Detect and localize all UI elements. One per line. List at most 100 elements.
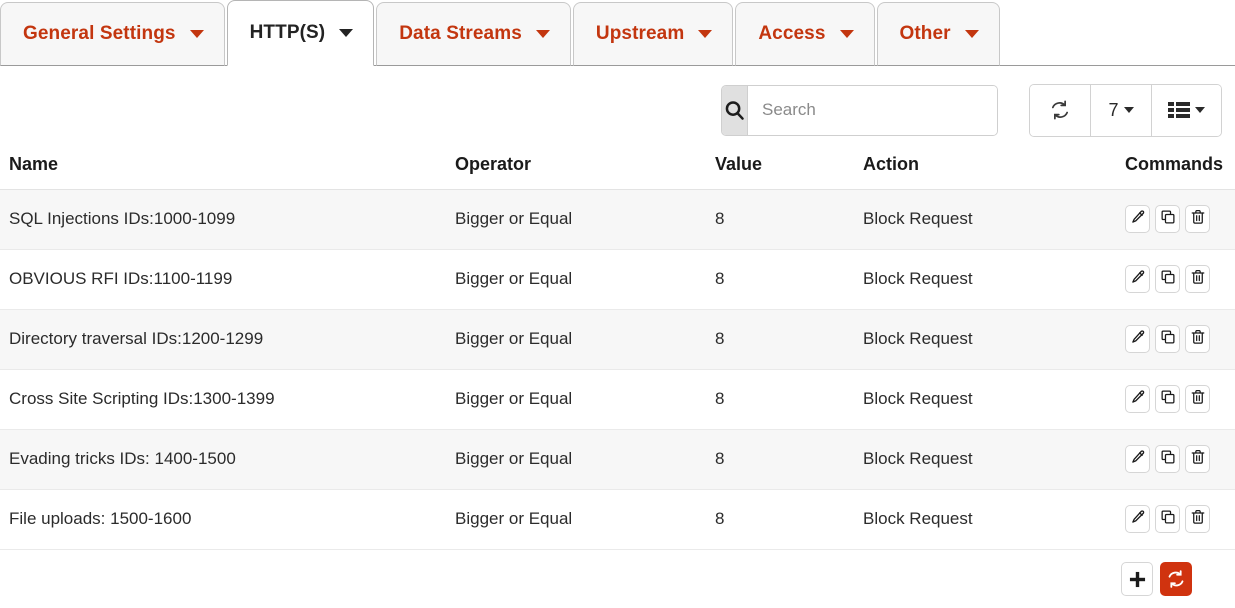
delete-icon: [1190, 509, 1206, 530]
copy-row-button[interactable]: [1155, 265, 1180, 293]
chevron-down-icon: [839, 30, 854, 38]
copy-row-button[interactable]: [1155, 325, 1180, 353]
copy-icon: [1160, 509, 1176, 530]
cell-operator: Bigger or Equal: [455, 429, 715, 490]
chevron-down-icon: [1123, 107, 1134, 113]
table-body: SQL Injections IDs:1000-1099 Bigger or Eq…: [0, 189, 1235, 550]
table-toolbar: 7: [0, 66, 1235, 154]
copy-row-button[interactable]: [1155, 445, 1180, 473]
tab-label: Upstream: [595, 23, 685, 44]
delete-row-button[interactable]: [1185, 205, 1210, 233]
row-command-buttons: [1125, 385, 1235, 413]
cell-commands: [1125, 489, 1235, 550]
delete-row-button[interactable]: [1185, 325, 1210, 353]
delete-icon: [1190, 449, 1206, 470]
tab-label: Access: [758, 23, 826, 44]
column-header-value[interactable]: Value: [715, 154, 863, 190]
row-command-buttons: [1125, 505, 1235, 533]
columns-dropdown[interactable]: [1152, 84, 1221, 136]
table-row[interactable]: Directory traversal IDs:1200-1299 Bigger …: [0, 309, 1235, 370]
tab-other[interactable]: Other: [876, 2, 1000, 66]
copy-icon: [1160, 389, 1176, 410]
tab-label: HTTP(S): [249, 22, 326, 43]
edit-row-button[interactable]: [1125, 385, 1150, 413]
cell-commands: [1125, 309, 1235, 370]
cell-value: 8: [715, 309, 863, 370]
cell-name: OBVIOUS RFI IDs:1100-1199: [0, 249, 455, 310]
cell-value: 8: [715, 249, 863, 310]
tab-label: Other: [899, 23, 951, 44]
sync-icon: [1168, 570, 1184, 588]
table-row[interactable]: File uploads: 1500-1600 Bigger or Equal 8 B…: [0, 489, 1235, 550]
refresh-icon: [1051, 100, 1069, 120]
plus-icon: [1129, 571, 1145, 587]
delete-icon: [1190, 269, 1206, 290]
search-button[interactable]: [722, 85, 748, 135]
column-header-operator[interactable]: Operator: [455, 154, 715, 190]
column-header-commands: Commands: [1125, 154, 1235, 190]
cell-name: SQL Injections IDs:1000-1099: [0, 189, 455, 250]
delete-row-button[interactable]: [1185, 385, 1210, 413]
column-header-name[interactable]: Name: [0, 154, 455, 190]
search-icon: [725, 100, 744, 120]
edit-row-button[interactable]: [1125, 325, 1150, 353]
tab-label: General Settings: [23, 23, 176, 44]
cell-name: Cross Site Scripting IDs:1300-1399: [0, 369, 455, 430]
refresh-button[interactable]: [1030, 84, 1091, 136]
page-size-value: 7: [1108, 99, 1119, 120]
search-input[interactable]: [748, 85, 997, 135]
table-row[interactable]: Cross Site Scripting IDs:1300-1399 Bigger…: [0, 369, 1235, 430]
tab-access[interactable]: Access: [735, 2, 875, 66]
edit-icon: [1130, 329, 1146, 350]
delete-icon: [1190, 329, 1206, 350]
tab-strip: General Settings HTTP(S) Data Streams Up…: [0, 0, 1235, 66]
copy-row-button[interactable]: [1155, 385, 1180, 413]
edit-row-button[interactable]: [1125, 205, 1150, 233]
sync-rules-button[interactable]: [1160, 562, 1192, 596]
add-rule-button[interactable]: [1121, 562, 1153, 596]
tab-upstream[interactable]: Upstream: [572, 2, 734, 66]
tab-general-settings[interactable]: General Settings: [0, 2, 225, 66]
edit-icon: [1130, 269, 1146, 290]
row-command-buttons: [1125, 265, 1235, 293]
cell-action: Block Request: [863, 249, 1125, 310]
edit-icon: [1130, 449, 1146, 470]
column-header-action[interactable]: Action: [863, 154, 1125, 190]
tab-data-streams[interactable]: Data Streams: [376, 2, 571, 66]
cell-action: Block Request: [863, 189, 1125, 250]
row-command-buttons: [1125, 205, 1235, 233]
edit-row-button[interactable]: [1125, 265, 1150, 293]
copy-icon: [1160, 209, 1176, 230]
delete-row-button[interactable]: [1185, 445, 1210, 473]
delete-icon: [1190, 209, 1206, 230]
delete-row-button[interactable]: [1185, 265, 1210, 293]
search-group: [721, 84, 998, 136]
cell-commands: [1125, 189, 1235, 250]
copy-row-button[interactable]: [1155, 505, 1180, 533]
edit-row-button[interactable]: [1125, 505, 1150, 533]
cell-value: 8: [715, 429, 863, 490]
table-row[interactable]: SQL Injections IDs:1000-1099 Bigger or Eq…: [0, 189, 1235, 250]
chevron-down-icon: [189, 30, 204, 38]
chevron-down-icon: [964, 30, 979, 38]
table-row[interactable]: Evading tricks IDs: 1400-1500 Bigger or E…: [0, 429, 1235, 490]
table-row[interactable]: OBVIOUS RFI IDs:1100-1199 Bigger or Equal…: [0, 249, 1235, 310]
table-header-row: Name Operator Value Action Commands: [0, 154, 1235, 190]
row-command-buttons: [1125, 325, 1235, 353]
cell-operator: Bigger or Equal: [455, 369, 715, 430]
page-size-dropdown[interactable]: 7: [1091, 84, 1152, 136]
tab-label: Data Streams: [399, 23, 522, 44]
edit-row-button[interactable]: [1125, 445, 1150, 473]
edit-icon: [1130, 509, 1146, 530]
delete-icon: [1190, 389, 1206, 410]
row-command-buttons: [1125, 445, 1235, 473]
tab-https[interactable]: HTTP(S): [226, 0, 375, 66]
chevron-down-icon: [1195, 107, 1205, 113]
copy-row-button[interactable]: [1155, 205, 1180, 233]
edit-icon: [1130, 389, 1146, 410]
table-footer-actions: [0, 550, 1235, 608]
cell-operator: Bigger or Equal: [455, 189, 715, 250]
delete-row-button[interactable]: [1185, 505, 1210, 533]
edit-icon: [1130, 209, 1146, 230]
cell-action: Block Request: [863, 309, 1125, 370]
